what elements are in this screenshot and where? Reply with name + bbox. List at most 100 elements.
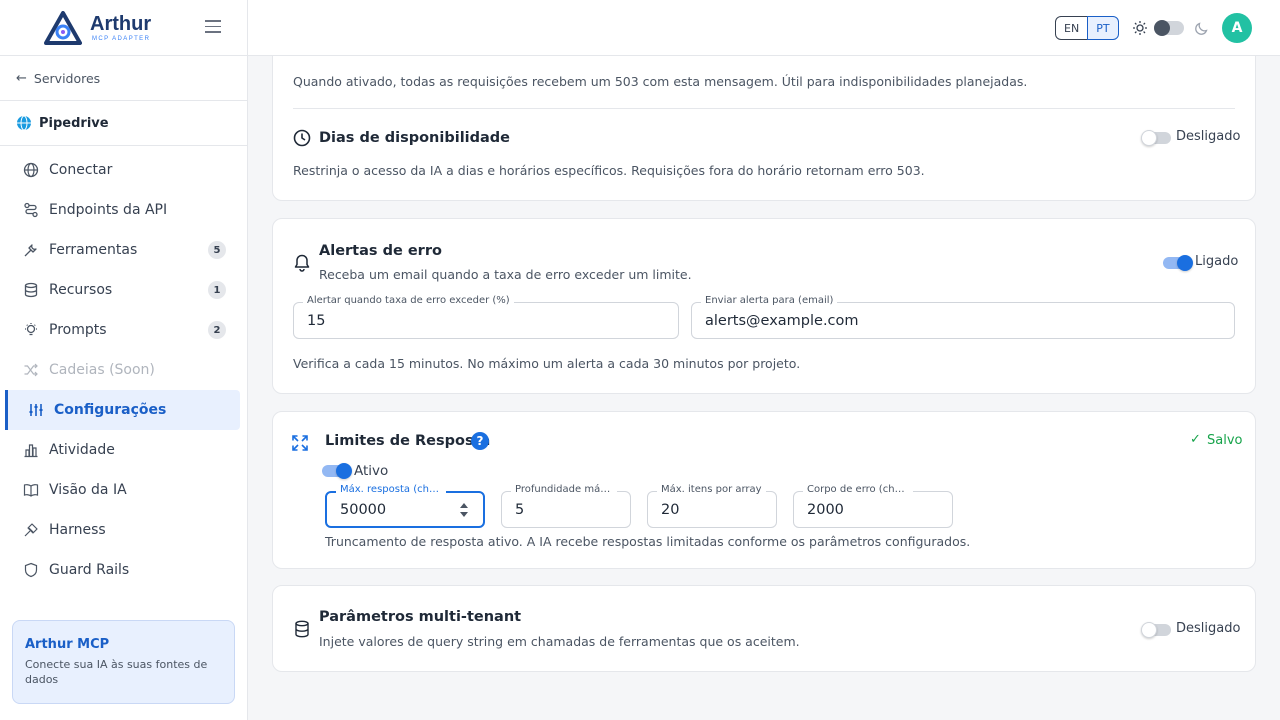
spinner-icon[interactable] [459,502,469,518]
brand-name: Arthur [90,12,152,35]
database-icon [22,281,40,299]
arthur-logo-icon [44,10,82,45]
max-array-items-field[interactable]: Máx. itens por array [647,484,777,528]
promo-card: Arthur MCP Conecte sua IA às suas fontes… [12,620,235,704]
sidebar-item-harness[interactable]: Harness [0,510,240,550]
multitenant-title: Parâmetros multi-tenant [319,609,522,625]
sidebar-item-conectar[interactable]: Conectar [0,150,240,190]
sidebar-item-label: Configurações [54,402,167,418]
multitenant-card: Parâmetros multi-tenant Injete valores d… [272,585,1256,672]
arrow-left-icon: ← [16,70,27,86]
brand: Arthur MCP ADAPTER [0,0,247,56]
theme-toggle[interactable] [1154,20,1184,36]
error-alerts-card: Alertas de erro Receba um email quando a… [272,218,1256,394]
sidebar-item-label: Atividade [49,442,115,458]
brand-subtitle: MCP ADAPTER [92,35,151,42]
alerts-help: Verifica a cada 15 minutos. No máximo um… [293,356,801,371]
availability-toggle-label: Desligado [1176,129,1241,144]
sidebar-item-ferramentas[interactable]: Ferramentas 5 [0,230,240,270]
sun-icon [1133,21,1147,35]
promo-text: Conecte sua IA às suas fontes de dados [25,658,208,687]
error-body-field[interactable]: Corpo de erro (chars) [793,484,953,528]
maintenance-help: Quando ativado, todas as requisições rec… [293,74,1028,89]
limits-toggle-label: Ativo [354,463,389,479]
count-badge: 2 [208,321,226,339]
saved-status: Salvo [1207,433,1243,448]
sliders-icon [27,401,45,419]
chart-icon [22,441,40,459]
alert-email-field[interactable]: Enviar alerta para (email) [691,295,1235,339]
alerts-toggle-label: Ligado [1195,254,1239,269]
promo-title: Arthur MCP [25,637,110,652]
lang-en-button[interactable]: EN [1055,16,1089,40]
max-depth-field[interactable]: Profundidade máx. de objeto [501,484,631,528]
clock-icon [293,129,311,147]
availability-toggle[interactable] [1141,130,1171,146]
tools-icon [22,241,40,259]
sidebar-nav: Conectar Endpoints da API Ferramentas 5 … [0,146,247,590]
database-icon [295,620,309,638]
error-threshold-field[interactable]: Alertar quando taxa de erro exceder (%) [293,295,679,339]
back-label: Servidores [33,70,101,86]
harness-icon [22,521,40,539]
sidebar-item-atividade[interactable]: Atividade [0,430,240,470]
sidebar-item-label: Conectar [49,162,113,178]
sidebar-item-recursos[interactable]: Recursos 1 [0,270,240,310]
sidebar-item-visao-da-ia[interactable]: Visão da IA [0,470,240,510]
language-switcher: EN PT [1055,16,1119,40]
availability-title: Dias de disponibilidade [319,130,511,146]
shield-icon [22,561,40,579]
sidebar-item-label: Recursos [49,282,113,298]
error-body-input[interactable] [794,492,952,527]
max-response-field[interactable]: Máx. resposta (chars) [325,484,485,528]
limits-toggle[interactable] [322,463,352,479]
help-icon[interactable]: ? [471,432,489,450]
max-depth-input[interactable] [502,492,630,527]
shuffle-icon [22,361,40,379]
multitenant-toggle[interactable] [1141,622,1171,638]
divider [293,108,1235,109]
book-icon [22,481,40,499]
bell-icon [294,254,310,272]
server-globe-icon [17,115,31,131]
sidebar-item-cadeias: Cadeias (Soon) [0,350,240,390]
availability-help: Restrinja o acesso da IA a dias e horári… [293,163,925,178]
sidebar-item-endpoints[interactable]: Endpoints da API [0,190,240,230]
sidebar-item-label: Endpoints da API [49,202,168,218]
globe-icon [22,161,40,179]
limits-title: Limites de Resposta [325,433,491,449]
sidebar-item-label: Guard Rails [49,562,130,578]
count-badge: 5 [208,241,226,259]
sidebar-item-label: Ferramentas [49,242,138,258]
lang-pt-button[interactable]: PT [1087,16,1119,40]
alerts-toggle[interactable] [1163,255,1193,271]
sidebar: Arthur MCP ADAPTER ← Servidores Pipedriv… [0,0,248,720]
count-badge: 1 [208,281,226,299]
multitenant-subtitle: Injete valores de query string em chamad… [319,634,800,649]
sidebar-item-configuracoes[interactable]: Configurações [5,390,240,430]
response-limits-card: Limites de Resposta ? ✓ Salvo Ativo Máx.… [272,411,1256,569]
server-name: Pipedrive [39,115,109,131]
alert-email-input[interactable] [692,303,1234,338]
sidebar-item-prompts[interactable]: Prompts 2 [0,310,240,350]
multitenant-toggle-label: Desligado [1176,621,1241,636]
top-header: EN PT A [248,0,1280,56]
server-title: Pipedrive [0,101,247,146]
avatar[interactable]: A [1222,13,1252,43]
max-array-items-input[interactable] [648,492,776,527]
limits-help: Truncamento de resposta ativo. A IA rece… [325,534,971,549]
error-threshold-input[interactable] [294,303,678,338]
sidebar-item-label: Harness [49,522,106,538]
check-icon: ✓ [1190,432,1201,447]
menu-icon[interactable] [205,20,221,34]
sidebar-item-label: Visão da IA [49,482,127,498]
sidebar-item-label: Prompts [49,322,107,338]
endpoints-icon [22,201,40,219]
sidebar-item-guard-rails[interactable]: Guard Rails [0,550,240,590]
back-to-servers-link[interactable]: ← Servidores [0,56,247,101]
sidebar-item-label: Cadeias (Soon) [49,362,155,378]
alerts-subtitle: Receba um email quando a taxa de erro ex… [319,267,692,282]
alerts-title: Alertas de erro [319,243,442,259]
expand-icon [292,435,308,451]
bulb-icon [22,321,40,339]
